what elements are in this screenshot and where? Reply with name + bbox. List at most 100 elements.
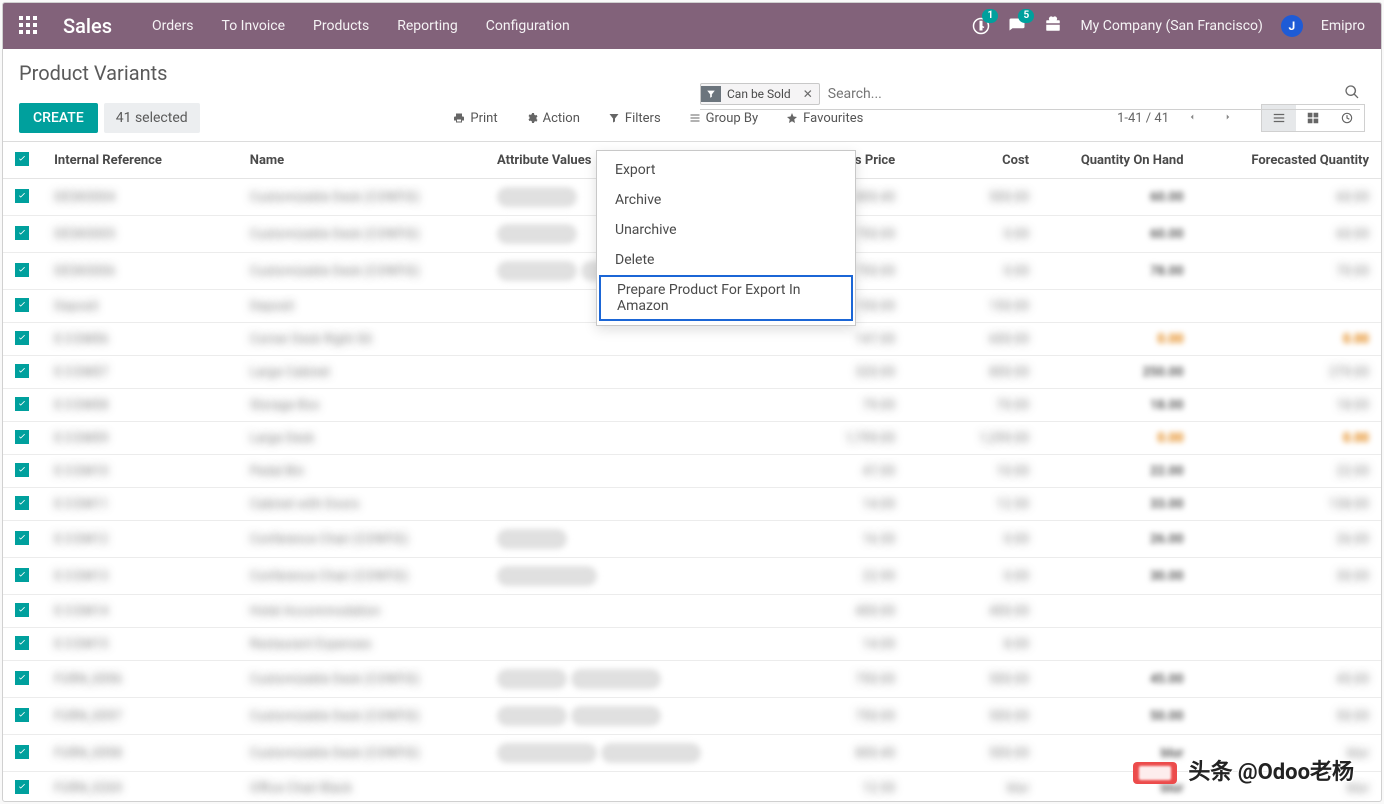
messages-icon[interactable]: 5 <box>1008 17 1026 35</box>
cell-forecast: 60.00 <box>1336 227 1369 242</box>
cell-cost: 12.50 <box>996 497 1029 512</box>
create-button[interactable]: CREATE <box>19 103 98 133</box>
company-name[interactable]: My Company (San Francisco) <box>1080 18 1262 34</box>
row-checkbox[interactable] <box>15 708 29 722</box>
row-checkbox[interactable] <box>15 671 29 685</box>
search-bar: Can be Sold ✕ <box>700 83 1360 110</box>
apps-icon[interactable] <box>19 16 39 36</box>
row-checkbox[interactable] <box>15 603 29 617</box>
col-qty[interactable]: Quantity On Hand <box>1041 142 1195 179</box>
search-input[interactable] <box>820 84 1344 104</box>
gift-icon[interactable] <box>1044 15 1062 37</box>
col-name[interactable]: Name <box>238 142 485 179</box>
table-row[interactable]: E-COM14Hotel Accommodation400.00400.00 <box>3 595 1381 628</box>
row-checkbox[interactable] <box>15 745 29 759</box>
table-row[interactable]: FURN_0096Customizable Desk (CONFIG)750.0… <box>3 661 1381 698</box>
table-row[interactable]: E-COM11Cabinet with Doors14.0012.5033.00… <box>3 488 1381 521</box>
cell-name: Large Desk <box>250 431 315 446</box>
search-icon[interactable] <box>1344 84 1360 104</box>
row-checkbox[interactable] <box>15 364 29 378</box>
col-ref[interactable]: Internal Reference <box>42 142 238 179</box>
row-checkbox[interactable] <box>15 331 29 345</box>
favourites-dropdown[interactable]: Favourites <box>786 111 863 126</box>
table-row[interactable]: E-COM13Conference Chair (CONFIG)22.900.0… <box>3 558 1381 595</box>
table-row[interactable]: FURN_0097Customizable Desk (CONFIG)750.0… <box>3 698 1381 735</box>
menu-products[interactable]: Products <box>313 18 369 34</box>
cell-price: 1,799.00 <box>845 431 895 446</box>
cell-price: 14.00 <box>863 497 896 512</box>
row-checkbox[interactable] <box>15 298 29 312</box>
activities-icon[interactable]: 1 <box>972 17 990 35</box>
table-row[interactable]: FURN_0269Office Chair Black12.50blurblur… <box>3 772 1381 803</box>
select-all-checkbox[interactable] <box>15 152 29 166</box>
cell-attr <box>485 389 753 422</box>
cell-price: 750.00 <box>855 709 895 724</box>
cell-name: Office Chair Black <box>250 781 352 796</box>
cell-qty: 50.00 <box>1150 709 1184 724</box>
table-row[interactable]: E-COM06Corner Desk Right Sit147.00600.00… <box>3 323 1381 356</box>
action-prepare-amazon-export[interactable]: Prepare Product For Export In Amazon <box>599 275 853 321</box>
row-checkbox[interactable] <box>15 189 29 203</box>
action-dropdown[interactable]: Action <box>526 111 580 126</box>
menu-reporting[interactable]: Reporting <box>397 18 458 34</box>
row-checkbox[interactable] <box>15 226 29 240</box>
cell-attr <box>485 422 753 455</box>
menu-to-invoice[interactable]: To Invoice <box>222 18 286 34</box>
action-unarchive[interactable]: Unarchive <box>597 215 855 245</box>
table-row[interactable]: E-COM15Restaurant Expenses14.008.00 <box>3 628 1381 661</box>
cell-price: 320.00 <box>855 365 895 380</box>
cell-forecast: 279.00 <box>1329 365 1369 380</box>
pager-text[interactable]: 1-41 / 41 <box>1117 111 1169 126</box>
print-button[interactable]: Print <box>453 111 497 126</box>
cell-cost: 10.00 <box>996 464 1029 479</box>
row-checkbox[interactable] <box>15 263 29 277</box>
col-forecast[interactable]: Forecasted Quantity <box>1196 142 1381 179</box>
table-row[interactable]: E-COM10Pedal Bin47.0010.0022.0022.00 <box>3 455 1381 488</box>
search-tag-remove[interactable]: ✕ <box>797 87 819 101</box>
table-row[interactable]: FURN_0098Customizable Desk (CONFIG)800.4… <box>3 735 1381 772</box>
group-by-dropdown[interactable]: Group By <box>689 111 759 126</box>
cell-attr <box>485 323 753 356</box>
cell-attr <box>485 455 753 488</box>
main-menu: Orders To Invoice Products Reporting Con… <box>152 18 570 34</box>
row-checkbox[interactable] <box>15 780 29 794</box>
action-export[interactable]: Export <box>597 155 855 185</box>
cell-qty: 60.00 <box>1150 190 1184 205</box>
row-checkbox[interactable] <box>15 463 29 477</box>
cell-ref: E-COM14 <box>54 604 108 619</box>
cell-name: Pedal Bin <box>250 464 304 479</box>
col-cost[interactable]: Cost <box>907 142 1041 179</box>
cell-name: Customizable Desk (CONFIG) <box>250 190 420 205</box>
table-row[interactable]: E-COM12Conference Chair (CONFIG)16.500.0… <box>3 521 1381 558</box>
cell-forecast: 22.00 <box>1336 464 1369 479</box>
avatar[interactable]: J <box>1281 15 1303 37</box>
cell-attr <box>485 698 753 735</box>
cell-price: 12.50 <box>863 781 896 796</box>
cell-attr <box>485 735 753 772</box>
cell-price: 750.00 <box>855 227 895 242</box>
table-row[interactable]: E-COM07Large Cabinet320.00800.00250.0027… <box>3 356 1381 389</box>
menu-configuration[interactable]: Configuration <box>486 18 570 34</box>
table-row[interactable]: E-COM08Storage Box79.0070.0018.0018.00 <box>3 389 1381 422</box>
cell-qty: 22.00 <box>1150 464 1184 479</box>
cell-name: Customizable Desk (CONFIG) <box>250 672 420 687</box>
filters-dropdown[interactable]: Filters <box>608 111 661 126</box>
cell-name: Large Cabinet <box>250 365 330 380</box>
row-checkbox[interactable] <box>15 496 29 510</box>
table-row[interactable]: E-COM09Large Desk1,799.001,299.000.000.0… <box>3 422 1381 455</box>
cell-attr <box>485 356 753 389</box>
navbar: Sales Orders To Invoice Products Reporti… <box>3 3 1381 49</box>
cell-price: 47.00 <box>863 464 896 479</box>
funnel-icon <box>701 86 721 102</box>
row-checkbox[interactable] <box>15 430 29 444</box>
row-checkbox[interactable] <box>15 636 29 650</box>
cell-cost: 600.00 <box>989 332 1029 347</box>
action-archive[interactable]: Archive <box>597 185 855 215</box>
row-checkbox[interactable] <box>15 397 29 411</box>
cell-cost: 0.00 <box>1004 227 1029 242</box>
menu-orders[interactable]: Orders <box>152 18 194 34</box>
action-delete[interactable]: Delete <box>597 245 855 275</box>
row-checkbox[interactable] <box>15 531 29 545</box>
row-checkbox[interactable] <box>15 568 29 582</box>
user-name[interactable]: Emipro <box>1321 18 1365 34</box>
